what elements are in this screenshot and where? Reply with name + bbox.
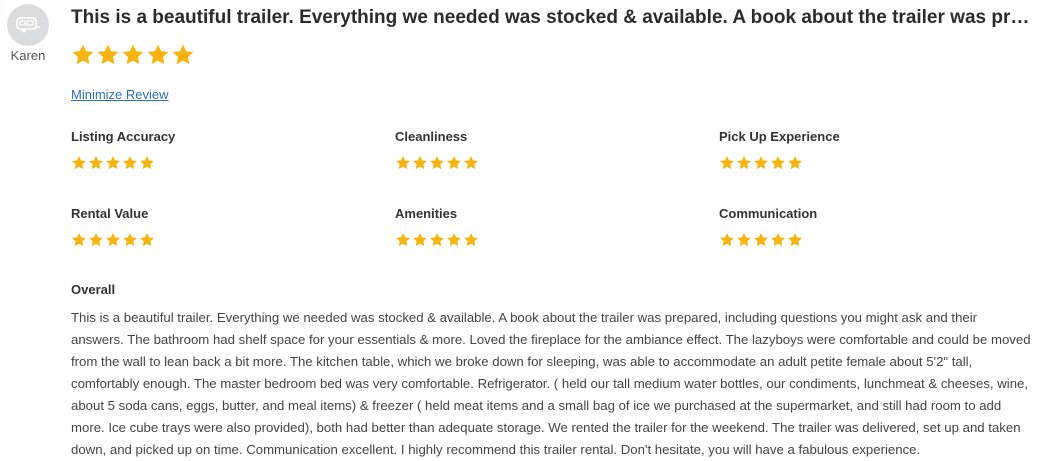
rating-stars	[719, 232, 817, 248]
star-icon	[72, 233, 86, 247]
star-icon	[720, 156, 734, 170]
star-icon	[106, 233, 120, 247]
star-icon	[771, 156, 785, 170]
star-icon	[754, 156, 768, 170]
rating-communication: Communication	[719, 206, 817, 248]
rating-cleanliness: Cleanliness	[395, 129, 479, 171]
rating-stars	[719, 155, 840, 171]
star-icon	[788, 233, 802, 247]
star-icon	[123, 233, 137, 247]
star-icon	[97, 44, 119, 65]
rating-pick-up-experience: Pick Up Experience	[719, 129, 840, 171]
star-icon	[72, 44, 94, 65]
star-icon	[396, 156, 410, 170]
rating-stars	[71, 155, 175, 171]
star-icon	[413, 156, 427, 170]
star-icon	[147, 44, 169, 65]
star-icon	[89, 233, 103, 247]
star-icon	[396, 233, 410, 247]
star-icon	[771, 233, 785, 247]
review-title: This is a beautiful trailer. Everything …	[71, 7, 1033, 28]
star-icon	[72, 156, 86, 170]
rating-label: Communication	[719, 206, 818, 221]
star-icon	[123, 156, 137, 170]
star-icon	[788, 156, 802, 170]
rating-listing-accuracy: Listing Accuracy	[71, 129, 175, 171]
rating-amenities: Amenities	[395, 206, 479, 248]
star-icon	[737, 156, 751, 170]
rating-stars	[71, 232, 155, 248]
star-icon	[89, 156, 103, 170]
star-icon	[464, 156, 478, 170]
rating-stars	[395, 232, 479, 248]
star-icon	[737, 233, 751, 247]
overall-review-text: This is a beautiful trailer. Everything …	[71, 310, 1031, 457]
star-icon	[122, 44, 144, 65]
star-icon	[430, 156, 444, 170]
rating-rental-value: Rental Value	[71, 206, 155, 248]
minimize-review-link[interactable]: Minimize Review	[71, 87, 169, 102]
rating-label: Amenities	[395, 206, 458, 221]
star-icon	[413, 233, 427, 247]
rating-label: Rental Value	[71, 206, 149, 221]
rating-label: Pick Up Experience	[719, 129, 840, 144]
reviewer-name: Karen	[10, 48, 46, 63]
review-rating-stars	[71, 43, 195, 67]
star-icon	[140, 233, 154, 247]
overall-heading: Overall	[71, 282, 116, 297]
rating-label: Cleanliness	[395, 129, 468, 144]
star-icon	[447, 233, 461, 247]
star-icon	[464, 233, 478, 247]
rating-stars	[395, 155, 479, 171]
star-icon	[720, 233, 734, 247]
star-icon	[430, 233, 444, 247]
star-icon	[754, 233, 768, 247]
star-icon	[106, 156, 120, 170]
star-icon	[172, 44, 194, 65]
trailer-icon	[16, 17, 40, 33]
star-icon	[140, 156, 154, 170]
rating-label: Listing Accuracy	[71, 129, 176, 144]
star-icon	[447, 156, 461, 170]
avatar	[7, 4, 49, 46]
